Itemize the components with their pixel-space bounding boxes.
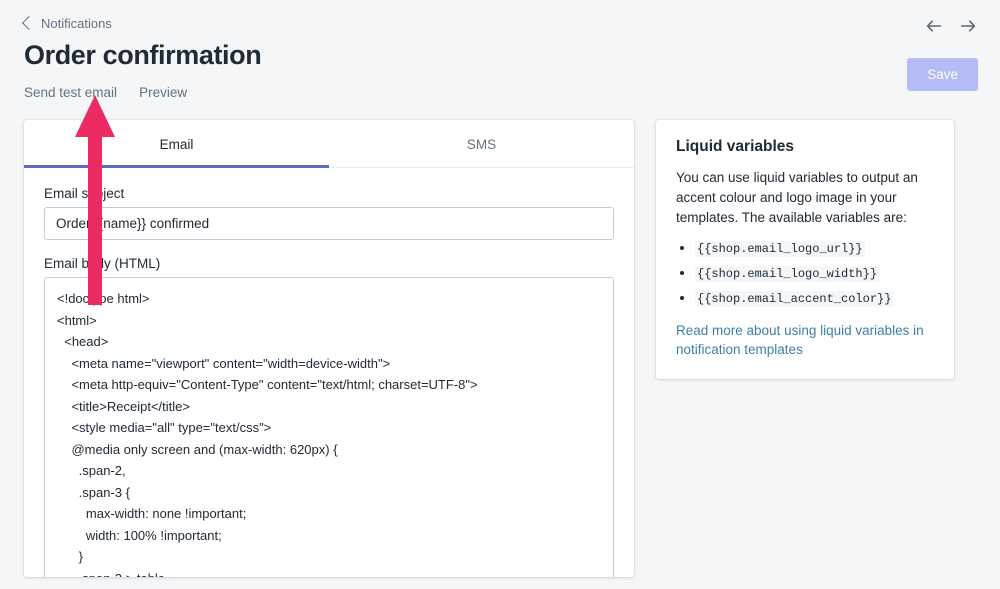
nav-arrows — [924, 14, 978, 38]
liquid-variable-item: {{shop.email_accent_color}} — [695, 288, 934, 309]
code-line: width: 100% !important; — [57, 527, 222, 543]
code-line: <meta http-equiv="Content-Type" content=… — [57, 377, 478, 393]
tab-bar: Email SMS — [24, 120, 634, 169]
main-column: Email SMS Email subject Email body (HTML… — [24, 120, 634, 578]
page-title: Order confirmation — [24, 40, 262, 70]
code-line: <meta name="viewport" content="width=dev… — [57, 355, 391, 371]
header-actions: Send test email Preview — [24, 83, 976, 103]
liquid-variable-code: {{shop.email_logo_width}} — [695, 266, 880, 283]
liquid-variable-item: {{shop.email_logo_width}} — [695, 263, 934, 284]
code-line: .span-2, — [57, 463, 126, 479]
code-line: .span-3 { — [57, 484, 130, 500]
tab-sms[interactable]: SMS — [329, 120, 634, 167]
page-header: Notifications Order confirmation Send te… — [0, 0, 1000, 103]
code-line: <head> — [57, 334, 109, 350]
code-line: max-width: none !important; — [57, 506, 247, 522]
arrow-left-icon[interactable] — [924, 16, 944, 36]
breadcrumb-row: Notifications — [21, 12, 976, 34]
liquid-variable-code: {{shop.email_accent_color}} — [695, 291, 894, 308]
form-body: Email subject Email body (HTML) <!doctyp… — [24, 168, 634, 578]
email-body-label: Email body (HTML) — [44, 256, 161, 272]
content-area: Email SMS Email subject Email body (HTML… — [0, 120, 1000, 578]
template-editor-card: Email SMS Email subject Email body (HTML… — [24, 120, 634, 578]
email-body-field: Email body (HTML) <!doctype html> <html> … — [44, 256, 614, 578]
breadcrumb[interactable]: Notifications — [21, 15, 112, 31]
email-body-code-editor[interactable]: <!doctype html> <html> <head> <meta name=… — [44, 277, 614, 578]
code-line: <title>Receipt</title> — [57, 398, 190, 414]
header-right-controls: Save — [907, 12, 978, 91]
save-button[interactable]: Save — [907, 58, 978, 91]
liquid-variables-card: Liquid variables You can use liquid vari… — [656, 120, 954, 380]
breadcrumb-label: Notifications — [41, 15, 112, 31]
tab-email[interactable]: Email — [24, 120, 329, 169]
chevron-left-icon — [21, 15, 37, 31]
email-subject-label: Email subject — [44, 186, 125, 202]
liquid-variables-description: You can use liquid variables to output a… — [676, 170, 918, 226]
email-subject-input[interactable] — [44, 207, 614, 241]
liquid-variable-item: {{shop.email_logo_url}} — [695, 238, 934, 259]
code-line: <!doctype html> — [57, 291, 150, 307]
code-line: @media only screen and (max-width: 620px… — [57, 441, 338, 457]
title-row: Order confirmation — [24, 40, 976, 71]
liquid-variables-title: Liquid variables — [676, 138, 795, 156]
code-line: <style media="all" type="text/css"> — [57, 420, 272, 436]
liquid-variable-code: {{shop.email_logo_url}} — [695, 241, 865, 258]
liquid-variables-list: {{shop.email_logo_url}} {{shop.email_logo… — [676, 238, 934, 309]
send-test-email-action[interactable]: Send test email — [24, 86, 117, 100]
email-subject-field: Email subject — [44, 186, 614, 241]
code-line: } — [57, 549, 84, 565]
code-line: <html> — [57, 312, 97, 328]
arrow-right-icon[interactable] — [958, 16, 978, 36]
side-column: Liquid variables You can use liquid vari… — [656, 120, 954, 380]
code-line: .span-2 > table, — [57, 568, 601, 578]
read-more-link[interactable]: Read more about using liquid variables i… — [676, 321, 934, 359]
preview-action[interactable]: Preview — [139, 86, 187, 100]
